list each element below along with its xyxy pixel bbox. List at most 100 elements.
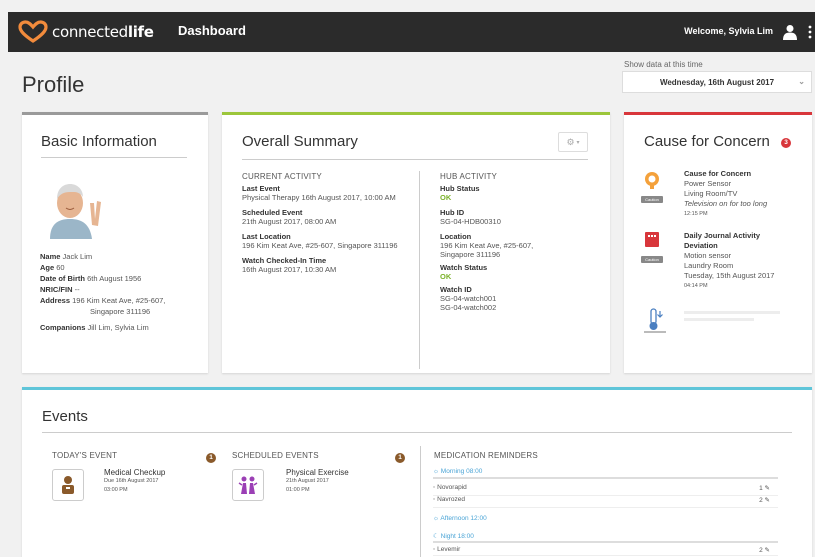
hub-activity: HUB ACTIVITY Hub Status OK Hub ID SG-04-… (440, 172, 590, 312)
concern-item-time: 12:15 PM (684, 211, 708, 217)
exercise-icon (238, 476, 258, 494)
caution-tag: Caution (641, 196, 663, 203)
qty-value: 2 (759, 547, 763, 554)
nav-dashboard[interactable]: Dashboard (178, 23, 246, 38)
caution-tag: Caution (641, 256, 663, 263)
concern-item-line: Living Room/TV (684, 189, 738, 198)
overall-summary-card: Overall Summary ⚙ ▾ CURRENT ACTIVITY Last… (222, 112, 610, 373)
syringe-icon: ✎ (764, 485, 770, 492)
faded-concern-item (684, 309, 802, 327)
brand-logo[interactable]: connectedlife (18, 20, 154, 44)
divider (41, 157, 187, 158)
medical-checkup-icon[interactable] (52, 469, 84, 501)
brand-name-bold: life (127, 23, 154, 41)
field-companions: Companions Jill Lim, Sylvia Lim (40, 322, 200, 333)
cause-for-concern-card: Cause for Concern 3 Caution Cause for Co… (624, 112, 812, 373)
medication-item[interactable]: ▫ Levemir 2 ✎ (433, 546, 778, 556)
event-time: 01:00 PM (286, 487, 310, 493)
medication-item[interactable]: ▫ Navrozed 2 ✎ (433, 496, 778, 508)
location-value-cont: Singapore 311196 (440, 250, 501, 259)
watch-status-value: OK (440, 272, 452, 281)
moon-icon: ☾ (433, 533, 439, 540)
field-label: Date of Birth (40, 274, 85, 283)
concern-item[interactable]: Daily Journal Activity Deviation Motion … (684, 231, 804, 291)
afternoon-time: 12:00 (470, 515, 487, 522)
date-picker-label: Show data at this time (624, 60, 703, 69)
scheduled-event-value: 21th August 2017, 08:00 AM (242, 217, 337, 226)
column-divider (420, 446, 421, 557)
concern-item-icon (644, 307, 666, 338)
overall-summary-title: Overall Summary (242, 133, 358, 150)
event-name: Medical Checkup (104, 468, 166, 477)
profile-photo (46, 181, 106, 239)
medication-qty: 2 ✎ (759, 546, 770, 554)
night-label: Night (440, 533, 456, 540)
field-value: -- (74, 285, 80, 294)
hub-status-value: OK (440, 193, 452, 202)
afternoon-label: Afternoon (440, 515, 469, 522)
watch-id-value-2: SG-04-watch002 (440, 303, 497, 312)
field-value: Jill Lim, Sylvia Lim (87, 323, 149, 332)
night-band: ☾ Night 18:00 (433, 532, 778, 543)
field-label: Companions (40, 323, 86, 332)
scheduled-event-details[interactable]: Physical Exercise 21th August 2017 01:00… (286, 468, 349, 495)
last-location-value: 196 Kim Keat Ave, #25-607, Singapore 311… (242, 241, 398, 250)
field-value: 60 (56, 263, 65, 272)
brand-name-light: connected (52, 23, 128, 41)
brand-name: connectedlife (52, 23, 154, 41)
faded-text-line (684, 311, 780, 314)
field-value: 196 Kim Keat Ave, #25-607, (72, 296, 166, 305)
event-date: 21th August 2017 (286, 478, 329, 484)
concern-item[interactable]: Cause for Concern Power Sensor Living Ro… (684, 169, 804, 219)
morning-label: Morning (440, 468, 465, 475)
medication-item[interactable]: ▫ Novorapid 1 ✎ (433, 484, 778, 496)
gear-icon: ⚙ (566, 136, 575, 147)
medication-name: Novorapid (437, 484, 467, 491)
concern-item-line: Laundry Room (684, 261, 734, 270)
concern-item-title-cont: Deviation (684, 241, 718, 250)
syringe-icon: ✎ (764, 547, 770, 554)
concern-item-line: Tuesday, 15th August 2017 (684, 271, 775, 280)
column-divider (419, 171, 420, 369)
user-icon[interactable] (783, 24, 797, 40)
heart-logo-icon (18, 20, 48, 43)
pill-icon: ▫ (433, 496, 436, 503)
concern-count-badge: 3 (781, 138, 791, 148)
date-picker[interactable]: Wednesday, 16th August 2017 ⌄ (622, 71, 812, 93)
last-event-label: Last Event (242, 184, 280, 193)
journal-icon (645, 232, 659, 247)
welcome-user[interactable]: Welcome, Sylvia Lim (684, 26, 773, 36)
scheduled-event-label: Scheduled Event (242, 208, 303, 217)
watch-checkin-label: Watch Checked-In Time (242, 256, 327, 265)
doctor-icon (62, 476, 74, 494)
watch-id-label: Watch ID (440, 285, 472, 294)
field-value: Singapore 311196 (90, 307, 151, 316)
medication-reminders-heading: MEDICATION REMINDERS (434, 451, 538, 460)
field-label: Age (40, 263, 55, 272)
event-name: Physical Exercise (286, 468, 349, 477)
hub-status-label: Hub Status (440, 184, 480, 193)
concern-item-line: Power Sensor (684, 179, 732, 188)
field-nric: NRIC/FIN -- (40, 284, 200, 295)
medication-qty: 1 ✎ (759, 484, 770, 492)
pill-icon: ▫ (433, 484, 436, 491)
field-label: Name (40, 252, 61, 261)
settings-dropdown-button[interactable]: ⚙ ▾ (558, 132, 588, 152)
physical-exercise-icon[interactable] (232, 469, 264, 501)
pill-icon: ▫ (433, 546, 436, 553)
event-time: 03:00 PM (104, 487, 128, 493)
event-due: Due 16th August 2017 (104, 478, 159, 484)
qty-value: 2 (759, 497, 763, 504)
todays-event-details[interactable]: Medical Checkup Due 16th August 2017 03:… (104, 468, 165, 495)
more-vertical-icon[interactable] (807, 24, 813, 40)
night-time: 18:00 (457, 533, 474, 540)
concern-item-line: Motion sensor (684, 251, 732, 260)
syringe-icon: ✎ (764, 497, 770, 504)
divider (42, 432, 792, 433)
scheduled-events-count-badge: 1 (395, 453, 405, 463)
current-activity-heading: CURRENT ACTIVITY (242, 172, 322, 181)
basic-information-card: Basic Information Name Jack Lim Age 60 D… (22, 112, 208, 373)
current-activity: CURRENT ACTIVITY Last Event Physical The… (242, 172, 417, 274)
concern-item-time: 04:14 PM (684, 283, 708, 289)
caret-down-icon: ▾ (576, 139, 580, 146)
